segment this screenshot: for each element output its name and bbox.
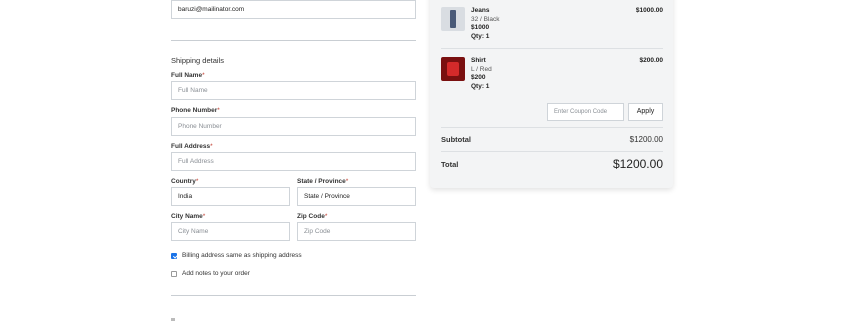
add-notes-label: Add notes to your order [182,270,250,277]
phone-field[interactable]: Phone Number [171,117,416,136]
item-variant: L / Red [471,65,492,73]
required-mark: * [195,178,199,185]
coupon-input[interactable]: Enter Coupon Code [547,103,624,121]
required-mark: * [217,107,220,114]
shirt-image [441,57,465,81]
address-label: Full Address* [171,143,213,150]
required-mark: * [324,213,328,220]
divider [441,127,663,128]
country-label: Country* [171,178,199,185]
cart-item-info: Shirt L / Red $200 Qty: 1 [471,57,492,91]
billing-same-row[interactable]: Billing address same as shipping address [171,252,302,259]
divider [441,48,663,49]
zip-label: Zip Code* [297,213,328,220]
city-label: City Name* [171,213,206,220]
item-variant: 32 / Black [471,15,500,23]
order-summary-panel: Jeans 32 / Black $1000 Qty: 1 $1000.00 S… [430,0,673,188]
item-price: $200 [471,74,486,81]
phone-label: Phone Number* [171,107,220,114]
billing-same-label: Billing address same as shipping address [182,252,302,259]
divider [171,295,416,296]
subtotal-label: Subtotal [441,135,471,144]
required-mark: * [202,72,205,79]
item-qty: Qty: 1 [471,32,490,40]
full-name-label: Full Name* [171,72,205,79]
state-label: State / Province* [297,178,349,185]
email-field[interactable]: baruzi@mailinator.com [171,0,416,19]
item-price: $1000 [471,24,490,31]
item-name: Jeans [471,7,490,14]
divider [171,40,416,41]
zip-field[interactable]: Zip Code [297,222,416,241]
add-notes-row[interactable]: Add notes to your order [171,270,250,277]
city-field[interactable]: City Name [171,222,290,241]
required-mark: * [345,178,349,185]
shipping-details-title: Shipping details [171,56,224,65]
country-select[interactable]: India [171,187,290,206]
cart-item-info: Jeans 32 / Black $1000 Qty: 1 [471,7,500,41]
divider [441,151,663,152]
required-mark: * [202,213,206,220]
item-total: $1000.00 [635,7,663,14]
state-field[interactable]: State / Province [297,187,416,206]
item-qty: Qty: 1 [471,82,490,90]
item-total: $200.00 [639,57,664,64]
add-notes-checkbox[interactable] [171,270,177,277]
total-label: Total [441,160,459,169]
total-value: $1200.00 [612,157,663,171]
jeans-image [441,7,465,31]
address-field[interactable]: Full Address [171,152,416,171]
subtotal-value: $1200.00 [629,135,663,144]
apply-coupon-button[interactable]: Apply [628,103,663,121]
billing-same-checkbox[interactable] [171,252,177,259]
item-name: Shirt [471,57,486,64]
required-mark: * [210,143,213,150]
full-name-field[interactable]: Full Name [171,81,416,100]
